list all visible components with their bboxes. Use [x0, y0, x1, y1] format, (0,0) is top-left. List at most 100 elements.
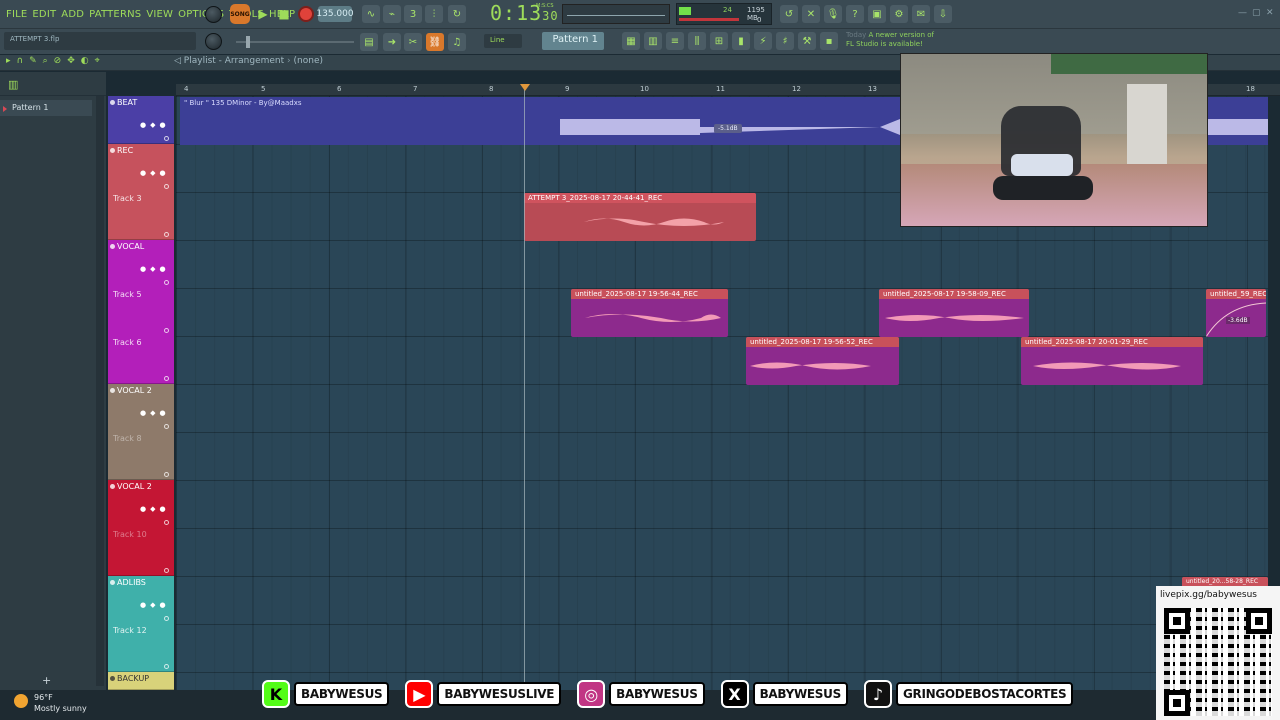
youtube-icon: ▶ [405, 680, 434, 708]
download-icon[interactable]: ⇩ [934, 5, 952, 23]
mixer-icon[interactable]: ✕ [802, 5, 820, 23]
link-icon[interactable]: ⛓ [426, 33, 444, 51]
track-header-backup[interactable]: BACKUP [108, 672, 174, 690]
clip-name: untitled_59_REC [1206, 289, 1266, 299]
menu-add[interactable]: ADD [61, 9, 84, 20]
menu-patterns[interactable]: PATTERNS [89, 9, 141, 20]
close-icon[interactable]: ✕ [1266, 8, 1274, 18]
clip-vocal-4[interactable]: untitled_2025-08-17 19-56-52_REC [746, 337, 899, 385]
track-controls[interactable]: ●◆● [140, 601, 170, 609]
x-icon: X [720, 680, 749, 708]
metronome-icon[interactable]: ∿ [362, 5, 380, 23]
track-header-adlibs[interactable]: ADLIBS ●◆● Track 12 [108, 576, 174, 672]
tuning-icon[interactable]: ♯ [776, 32, 794, 50]
bell-icon[interactable]: ♫ [448, 33, 466, 51]
browser-item-pattern-1[interactable]: Pattern 1 [0, 100, 92, 116]
master-pitch-knob[interactable] [205, 33, 222, 50]
track-header-beat[interactable]: BEAT ●◆● [108, 96, 174, 144]
plugin-icon[interactable]: ⚙ [890, 5, 908, 23]
playlist-tools[interactable]: ▸∩✎⌕⊘✥◐⌖ [6, 56, 106, 66]
snap-selector[interactable]: Line [484, 34, 522, 48]
loop-record-icon[interactable]: ↻ [448, 5, 466, 23]
add-icon[interactable]: + [42, 674, 51, 687]
chat-icon[interactable]: ✉ [912, 5, 930, 23]
tempo-display[interactable]: 135.000 [316, 6, 354, 22]
piano-icon[interactable]: ▤ [360, 33, 378, 51]
scissors-icon[interactable]: ✂ [404, 33, 422, 51]
save-icon[interactable]: ▣ [868, 5, 886, 23]
news-panel[interactable]: Today A newer version of FL Studio is av… [846, 31, 936, 49]
tools-icon[interactable]: ⚒ [798, 32, 816, 50]
track-controls[interactable]: ●◆● [140, 265, 170, 273]
pattern-selector[interactable]: Pattern 1 [542, 32, 604, 50]
record-button[interactable] [298, 6, 314, 22]
video-icon[interactable]: ▪ [820, 32, 838, 50]
track-header-rec[interactable]: REC ●◆● Track 3 [108, 144, 174, 240]
menu-view[interactable]: VIEW [146, 9, 173, 20]
ruler-tick: 12 [792, 85, 801, 93]
ruler-tick: 5 [261, 85, 266, 93]
sun-icon [14, 694, 28, 708]
weather-temp: 96°F [34, 693, 53, 702]
scrollbar[interactable] [96, 96, 104, 686]
song-mode-toggle[interactable]: SONG [230, 4, 250, 24]
play-icon[interactable]: ▶ [255, 6, 271, 22]
tiktok-icon: ♪ [863, 680, 892, 708]
track-name: VOCAL 2 [117, 386, 152, 395]
plugin-picker-icon[interactable]: ⊞ [710, 32, 728, 50]
wait-input-icon[interactable]: ⌁ [383, 5, 401, 23]
clip-vocal-5[interactable]: untitled_2025-08-17 20-01-29_REC [1021, 337, 1203, 385]
playhead-marker[interactable] [520, 84, 530, 91]
track-controls[interactable]: ●◆● [140, 505, 170, 513]
microphone-icon[interactable]: 🎙 [824, 5, 842, 23]
ruler-tick: 18 [1246, 85, 1255, 93]
menu-edit[interactable]: EDIT [32, 9, 56, 20]
social-instagram: ◎ BABYWESUS [577, 680, 705, 708]
clip-attempt-3[interactable]: ATTEMPT 3_2025-08-17 20-44-41_REC [524, 193, 756, 241]
pattern-list-icon[interactable]: ▥ [8, 78, 18, 91]
track-label: Track 10 [113, 530, 147, 539]
time-main: 0:13 [490, 1, 543, 25]
track-header-vocal[interactable]: VOCAL ●◆● Track 5 Track 6 [108, 240, 174, 384]
refresh-icon[interactable]: ↺ [780, 5, 798, 23]
step-edit-icon[interactable]: ⫶ [425, 5, 443, 23]
playlist-icon[interactable]: ▦ [622, 32, 640, 50]
clip-vocal-3[interactable]: untitled_59_REC -3.6dB [1206, 289, 1266, 337]
clip-vocal-1[interactable]: untitled_2025-08-17 19-56-44_REC [571, 289, 728, 337]
help-icon[interactable]: ? [846, 5, 864, 23]
track-controls[interactable]: ●◆● [140, 409, 170, 417]
countdown-icon[interactable]: 3 [404, 5, 422, 23]
playhead[interactable] [524, 84, 525, 690]
browser-icon[interactable]: ▮ [732, 32, 750, 50]
track-header-vocal-2a[interactable]: VOCAL 2 ●◆● Track 8 [108, 384, 174, 480]
track-header-vocal-2b[interactable]: VOCAL 2 ●◆● Track 10 [108, 480, 174, 576]
master-slider[interactable] [236, 36, 354, 48]
pattern-browser: ▥ Pattern 1 [0, 72, 106, 690]
master-volume-knob[interactable] [205, 6, 222, 23]
mixer-view-icon[interactable]: ⫼ [688, 32, 706, 50]
maximize-icon[interactable]: ▢ [1252, 8, 1261, 18]
track-name: REC [117, 146, 134, 155]
ruler-tick: 10 [640, 85, 649, 93]
playlist-title-text: Playlist - Arrangement [183, 56, 285, 66]
clip-vocal-2[interactable]: untitled_2025-08-17 19-58-09_REC [879, 289, 1029, 337]
arrow-icon[interactable]: ➜ [383, 33, 401, 51]
track-label: Track 3 [113, 194, 142, 203]
voices-value: 0 [757, 16, 762, 24]
channel-rack-icon[interactable]: ▥ [644, 32, 662, 50]
ruler-tick: 13 [868, 85, 877, 93]
fl-studio-window: FILE EDIT ADD PATTERNS VIEW OPTIONS TOOL… [0, 0, 1280, 720]
track-headers: BEAT ●◆● REC ●◆● Track 3 VOCAL ●◆● Track… [108, 96, 174, 690]
track-name: BEAT [117, 98, 138, 107]
menu-file[interactable]: FILE [6, 9, 27, 20]
track-controls[interactable]: ●◆● [140, 121, 170, 129]
plug-icon[interactable]: ⚡ [754, 32, 772, 50]
track-label: Track 8 [113, 434, 142, 443]
ruler-tick: 9 [565, 85, 570, 93]
playlist-separator: › [287, 56, 291, 66]
piano-roll-icon[interactable]: ≡ [666, 32, 684, 50]
minimize-icon[interactable]: — [1238, 8, 1247, 18]
hint-bar: ATTEMPT 3.flp [4, 32, 196, 50]
track-controls[interactable]: ●◆● [140, 169, 170, 177]
stop-icon[interactable]: ■ [276, 6, 292, 22]
